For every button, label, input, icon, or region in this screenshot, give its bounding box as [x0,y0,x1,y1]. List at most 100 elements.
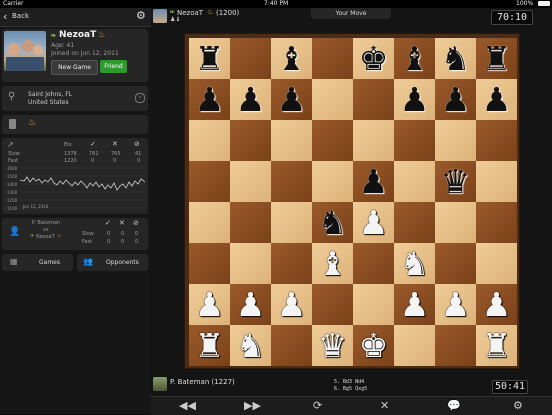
refresh-icon[interactable]: ⟳ [313,398,322,414]
square-e3[interactable] [353,243,394,284]
white-pawn-piece[interactable]: ♟ [236,284,266,325]
square-h2[interactable]: ♟ [476,284,517,325]
square-f5[interactable] [394,161,435,202]
square-a5[interactable] [189,161,230,202]
square-g6[interactable] [435,120,476,161]
square-b1[interactable]: ♞ [230,325,271,366]
black-queen-piece[interactable]: ♛ [441,161,471,202]
black-pawn-piece[interactable]: ♟ [236,79,266,120]
square-a4[interactable] [189,202,230,243]
black-knight-piece[interactable]: ♞ [441,38,471,79]
square-d3[interactable]: ♝ [312,243,353,284]
square-b8[interactable] [230,38,271,79]
square-c8[interactable]: ♝ [271,38,312,79]
square-b6[interactable] [230,120,271,161]
square-f4[interactable] [394,202,435,243]
white-pawn-piece[interactable]: ♟ [359,202,389,243]
square-h6[interactable] [476,120,517,161]
square-d4[interactable]: ♞ [312,202,353,243]
white-king-piece[interactable]: ♚ [359,325,389,366]
white-knight-piece[interactable]: ♞ [400,243,430,284]
opponents-button[interactable]: 👥 Opponents [77,254,148,271]
square-a1[interactable]: ♜ [189,325,230,366]
square-d5[interactable] [312,161,353,202]
square-g4[interactable] [435,202,476,243]
white-pawn-piece[interactable]: ♟ [441,284,471,325]
white-pawn-piece[interactable]: ♟ [277,284,307,325]
black-rook-piece[interactable]: ♜ [195,38,225,79]
square-e6[interactable] [353,120,394,161]
square-h1[interactable]: ♜ [476,325,517,366]
black-pawn-piece[interactable]: ♟ [277,79,307,120]
close-icon[interactable]: ✕ [380,398,389,414]
square-a2[interactable]: ♟ [189,284,230,325]
black-bishop-piece[interactable]: ♝ [277,38,307,79]
square-d6[interactable] [312,120,353,161]
white-rook-piece[interactable]: ♜ [482,325,512,366]
square-d7[interactable] [312,79,353,120]
black-pawn-piece[interactable]: ♟ [359,161,389,202]
square-g1[interactable] [435,325,476,366]
square-g7[interactable]: ♟ [435,79,476,120]
square-b2[interactable]: ♟ [230,284,271,325]
white-queen-piece[interactable]: ♛ [318,325,348,366]
square-h7[interactable]: ♟ [476,79,517,120]
square-f1[interactable] [394,325,435,366]
square-a3[interactable] [189,243,230,284]
black-bishop-piece[interactable]: ♝ [400,38,430,79]
square-h3[interactable] [476,243,517,284]
white-pawn-piece[interactable]: ♟ [400,284,430,325]
friend-button[interactable]: Friend [100,60,127,73]
square-c3[interactable] [271,243,312,284]
black-pawn-piece[interactable]: ♟ [441,79,471,120]
square-f6[interactable] [394,120,435,161]
black-king-piece[interactable]: ♚ [359,38,389,79]
square-d2[interactable] [312,284,353,325]
black-knight-piece[interactable]: ♞ [318,202,348,243]
square-f7[interactable]: ♟ [394,79,435,120]
square-a6[interactable] [189,120,230,161]
white-pawn-piece[interactable]: ♟ [482,284,512,325]
back-icon[interactable]: ‹ [3,10,7,23]
square-e8[interactable]: ♚ [353,38,394,79]
square-e2[interactable] [353,284,394,325]
square-c4[interactable] [271,202,312,243]
square-g3[interactable] [435,243,476,284]
white-knight-piece[interactable]: ♞ [236,325,266,366]
square-f3[interactable]: ♞ [394,243,435,284]
black-pawn-piece[interactable]: ♟ [195,79,225,120]
location-card[interactable]: ⚲ Saint Johns, FL United States › [2,86,148,111]
white-rook-piece[interactable]: ♜ [195,325,225,366]
square-c7[interactable]: ♟ [271,79,312,120]
square-g2[interactable]: ♟ [435,284,476,325]
square-b3[interactable] [230,243,271,284]
square-c5[interactable] [271,161,312,202]
square-g8[interactable]: ♞ [435,38,476,79]
back-button[interactable]: Back [12,12,29,20]
square-c2[interactable]: ♟ [271,284,312,325]
rewind-icon[interactable]: ◀◀ [179,398,196,414]
games-button[interactable]: ▦ Games [2,254,73,271]
black-rook-piece[interactable]: ♜ [482,38,512,79]
square-b7[interactable]: ♟ [230,79,271,120]
square-e5[interactable]: ♟ [353,161,394,202]
square-a7[interactable]: ♟ [189,79,230,120]
square-d1[interactable]: ♛ [312,325,353,366]
white-bishop-piece[interactable]: ♝ [318,243,348,284]
square-e4[interactable]: ♟ [353,202,394,243]
square-h5[interactable] [476,161,517,202]
square-f8[interactable]: ♝ [394,38,435,79]
square-c1[interactable] [271,325,312,366]
square-h4[interactable] [476,202,517,243]
square-h8[interactable]: ♜ [476,38,517,79]
new-game-button[interactable]: New Game [51,60,98,75]
square-b5[interactable] [230,161,271,202]
white-pawn-piece[interactable]: ♟ [195,284,225,325]
square-a8[interactable]: ♜ [189,38,230,79]
black-pawn-piece[interactable]: ♟ [482,79,512,120]
square-b4[interactable] [230,202,271,243]
square-f2[interactable]: ♟ [394,284,435,325]
gear-icon[interactable]: ⚙ [136,9,146,22]
forward-icon[interactable]: ▶▶ [244,398,261,414]
square-d8[interactable] [312,38,353,79]
